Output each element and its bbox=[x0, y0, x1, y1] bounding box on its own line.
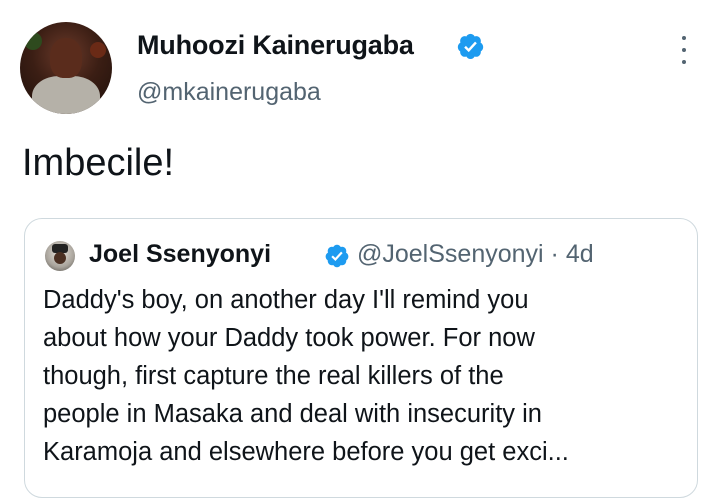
avatar-background-flower bbox=[90, 42, 106, 58]
avatar-background-leaf bbox=[24, 32, 42, 50]
quoted-text-line: about how your Daddy took power. For now bbox=[43, 324, 535, 352]
avatar-shirt bbox=[32, 76, 100, 114]
author-name[interactable]: Muhoozi Kainerugaba bbox=[137, 30, 414, 61]
author-avatar[interactable] bbox=[20, 22, 112, 114]
quoted-meta: @JoelSsenyonyi · 4d bbox=[357, 240, 594, 269]
quoted-text-line: Daddy's boy, on another day I'll remind … bbox=[43, 286, 529, 314]
more-dot bbox=[682, 36, 686, 40]
verified-badge-icon bbox=[325, 244, 349, 268]
quoted-text-line: people in Masaka and deal with insecurit… bbox=[43, 400, 542, 428]
quoted-timestamp[interactable]: 4d bbox=[566, 240, 594, 268]
avatar-face bbox=[50, 38, 82, 78]
more-options-icon[interactable] bbox=[672, 36, 696, 64]
quoted-author-avatar[interactable] bbox=[45, 241, 75, 271]
more-dot bbox=[682, 60, 686, 64]
verified-badge-icon bbox=[457, 33, 484, 60]
more-dot bbox=[682, 48, 686, 52]
tweet-card: Muhoozi Kainerugaba @mkainerugaba Imbeci… bbox=[0, 0, 720, 503]
quoted-tweet[interactable]: Joel Ssenyonyi @JoelSsenyonyi · 4d Daddy… bbox=[24, 218, 698, 498]
quoted-author-name[interactable]: Joel Ssenyonyi bbox=[89, 240, 271, 269]
quoted-author-handle[interactable]: @JoelSsenyonyi bbox=[357, 240, 544, 268]
meta-separator: · bbox=[550, 240, 559, 268]
quoted-text: Daddy's boy, on another day I'll remind … bbox=[43, 281, 683, 471]
author-handle[interactable]: @mkainerugaba bbox=[137, 78, 321, 107]
tweet-text: Imbecile! bbox=[22, 142, 175, 184]
avatar-face bbox=[54, 252, 66, 264]
quoted-text-line: Karamoja and elsewhere before you get ex… bbox=[43, 438, 569, 466]
quoted-text-line: though, first capture the real killers o… bbox=[43, 362, 504, 390]
